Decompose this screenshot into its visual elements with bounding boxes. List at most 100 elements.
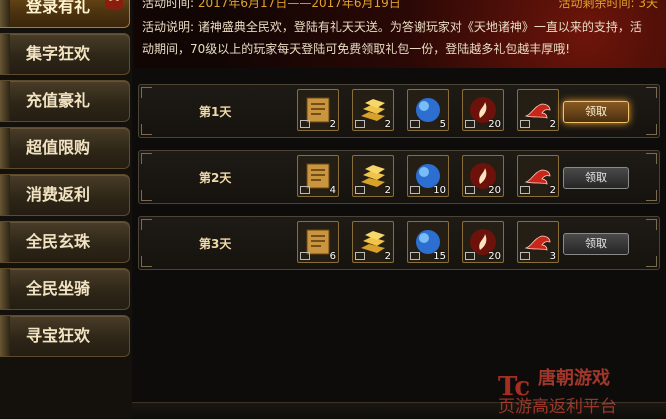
- bind-mark-icon: [410, 186, 420, 194]
- frame-corner: [646, 124, 657, 135]
- frame-corner: [141, 219, 152, 230]
- bind-mark-icon: [355, 252, 365, 260]
- reward-item-flame[interactable]: 20: [462, 89, 504, 131]
- bind-mark-icon: [520, 252, 530, 260]
- reward-row-day3: 第3天 6 2 15 20 3 领取: [138, 216, 660, 270]
- sidebar-item-login-gift[interactable]: 登录有礼 奖: [0, 0, 130, 28]
- bind-mark-icon: [300, 186, 310, 194]
- frame-corner: [646, 219, 657, 230]
- event-time-value: 2017年6月17日——2017年6月19日: [197, 0, 401, 10]
- frame-corner: [646, 256, 657, 267]
- sidebar-item-label: 充值豪礼: [26, 91, 91, 110]
- item-count: 2: [384, 251, 391, 262]
- event-time-label: 活动时间:: [142, 0, 195, 10]
- event-description-line1: 活动说明: 诸神盛典全民欢，登陆有礼天天送。为答谢玩家对《天地诸神》一直以来的支…: [142, 20, 642, 34]
- item-count: 3: [549, 251, 556, 262]
- tab-decoration: [0, 222, 10, 262]
- bind-mark-icon: [520, 186, 530, 194]
- bind-mark-icon: [300, 252, 310, 260]
- item-count: 20: [488, 185, 501, 196]
- sidebar-item-treasure-hunt[interactable]: 寻宝狂欢: [0, 315, 130, 357]
- sidebar-item-label: 消费返利: [26, 185, 91, 204]
- reward-item-dragon[interactable]: 2: [517, 155, 559, 197]
- reward-item-orb[interactable]: 15: [407, 221, 449, 263]
- reward-item-flame[interactable]: 20: [462, 221, 504, 263]
- tab-decoration: [0, 175, 10, 215]
- sidebar-item-limited-purchase[interactable]: 超值限购: [0, 127, 130, 169]
- sidebar-item-label: 超值限购: [26, 138, 91, 157]
- sidebar-item-recharge-gift[interactable]: 充值豪礼: [0, 80, 130, 122]
- reward-badge: 奖: [105, 0, 123, 9]
- sidebar-item-collect-words[interactable]: 集字狂欢: [0, 33, 130, 75]
- tab-decoration: [0, 81, 10, 121]
- reward-item-scroll[interactable]: 2: [297, 89, 339, 131]
- event-time: 活动时间: 2017年6月17日——2017年6月19日: [142, 0, 401, 11]
- reward-item-gold[interactable]: 2: [352, 89, 394, 131]
- day-label: 第1天: [199, 105, 232, 119]
- claim-button[interactable]: 领取: [563, 167, 629, 189]
- bind-mark-icon: [355, 120, 365, 128]
- item-count: 20: [488, 119, 501, 130]
- bind-mark-icon: [410, 120, 420, 128]
- frame-corner: [141, 87, 152, 98]
- reward-item-dragon[interactable]: 2: [517, 89, 559, 131]
- item-count: 2: [384, 119, 391, 130]
- claim-button[interactable]: 领取: [563, 233, 629, 255]
- sidebar-item-mount[interactable]: 全民坐骑: [0, 268, 130, 310]
- reward-item-orb[interactable]: 10: [407, 155, 449, 197]
- reward-item-scroll[interactable]: 4: [297, 155, 339, 197]
- watermark-subtitle: 页游高返利平台: [498, 397, 617, 417]
- sidebar-item-spend-rebate[interactable]: 消费返利: [0, 174, 130, 216]
- tab-decoration: [0, 316, 10, 356]
- item-count: 15: [433, 251, 446, 262]
- reward-item-dragon[interactable]: 3: [517, 221, 559, 263]
- frame-corner: [141, 256, 152, 267]
- sidebar-item-label: 登录有礼: [26, 0, 91, 16]
- item-count: 2: [329, 119, 336, 130]
- bind-mark-icon: [465, 186, 475, 194]
- site-watermark: Tc 唐朝游戏 页游高返利平台: [498, 362, 658, 418]
- sidebar-item-label: 全民坐骑: [26, 279, 91, 298]
- reward-item-scroll[interactable]: 6: [297, 221, 339, 263]
- reward-row-day2: 第2天 4 2 10 20 2 领取: [138, 150, 660, 204]
- bind-mark-icon: [355, 186, 365, 194]
- tab-decoration: [0, 269, 10, 309]
- event-remaining-time: 活动剩余时间: 3天: [558, 0, 659, 10]
- frame-corner: [646, 87, 657, 98]
- bind-mark-icon: [300, 120, 310, 128]
- frame-corner: [141, 190, 152, 201]
- frame-corner: [141, 124, 152, 135]
- item-count: 6: [329, 251, 336, 262]
- reward-item-flame[interactable]: 20: [462, 155, 504, 197]
- item-count: 2: [384, 185, 391, 196]
- sidebar: 登录有礼 奖 集字狂欢 充值豪礼 超值限购 消费返利 全民玄珠 全民坐骑 寻宝狂…: [0, 0, 132, 418]
- bind-mark-icon: [465, 252, 475, 260]
- frame-corner: [141, 153, 152, 164]
- reward-row-day1: 第1天 2 2 5 20 2 领取: [138, 84, 660, 138]
- item-count: 4: [329, 185, 336, 196]
- event-description-line2: 动期间，70级以上的玩家每天登陆可免费领取礼包一份，登陆越多礼包越丰厚哦!: [142, 42, 571, 56]
- bind-mark-icon: [520, 120, 530, 128]
- item-count: 2: [549, 185, 556, 196]
- frame-corner: [646, 153, 657, 164]
- item-count: 2: [549, 119, 556, 130]
- reward-item-orb[interactable]: 5: [407, 89, 449, 131]
- sidebar-item-mystic-orb[interactable]: 全民玄珠: [0, 221, 130, 263]
- tab-decoration: [0, 0, 10, 27]
- event-banner: 活动时间: 2017年6月17日——2017年6月19日 活动剩余时间: 3天 …: [134, 0, 666, 68]
- item-count: 10: [433, 185, 446, 196]
- sidebar-item-label: 全民玄珠: [26, 232, 91, 251]
- item-count: 20: [488, 251, 501, 262]
- day-label: 第2天: [199, 171, 232, 185]
- tab-decoration: [0, 34, 10, 74]
- bind-mark-icon: [410, 252, 420, 260]
- claim-button[interactable]: 领取: [563, 101, 629, 123]
- frame-corner: [646, 190, 657, 201]
- day-label: 第3天: [199, 237, 232, 251]
- bind-mark-icon: [465, 120, 475, 128]
- item-count: 5: [439, 119, 446, 130]
- reward-item-gold[interactable]: 2: [352, 221, 394, 263]
- watermark-title: 唐朝游戏: [538, 368, 610, 389]
- tab-decoration: [0, 128, 10, 168]
- reward-item-gold[interactable]: 2: [352, 155, 394, 197]
